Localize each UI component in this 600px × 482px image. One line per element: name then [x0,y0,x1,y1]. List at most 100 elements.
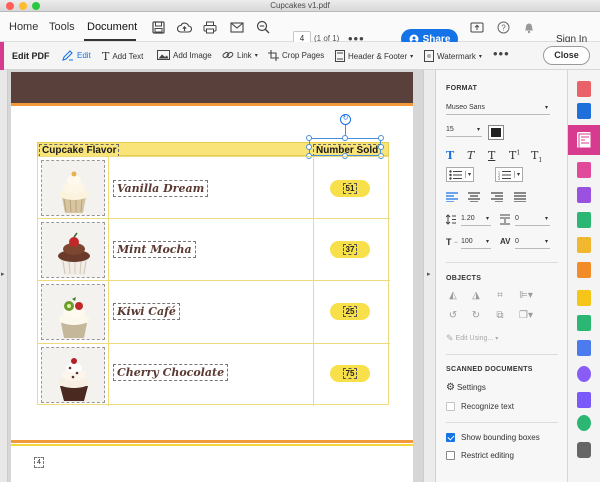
show-bounding-boxes-checkbox[interactable] [446,433,455,442]
upload-cloud-icon[interactable] [176,19,192,35]
format-heading: FORMAT [446,85,478,92]
text-color-swatch[interactable] [488,125,504,140]
accessibility-icon[interactable] [577,366,591,382]
print-icon[interactable] [202,19,218,35]
align-objects-icon[interactable]: ⊫▾ [516,290,536,302]
resize-handle-top-left[interactable] [306,135,312,141]
replace-image-icon[interactable]: ⧉ [493,310,507,322]
resize-handle-middle-left[interactable] [306,144,312,150]
italic-style-icon[interactable]: T [467,149,474,162]
edit-pdf-tool-icon[interactable] [577,132,592,149]
flavor-label[interactable]: Kiwi Café [113,303,180,320]
close-button[interactable]: Close [543,46,590,65]
numbered-list-dropdown[interactable]: 123 ▾ [495,167,524,182]
subscript-style-icon[interactable]: T1 [531,149,542,164]
add-image-button[interactable]: Add Image [157,50,212,60]
watermark-dropdown-button[interactable]: Watermark ▾ [424,50,482,62]
flavor-label[interactable]: Vanilla Dream [113,180,209,197]
justify-icon[interactable] [514,192,526,202]
screen-share-icon[interactable] [469,19,485,35]
superscript-style-icon[interactable]: T1 [509,149,520,162]
more-options-icon[interactable]: ••• [493,46,510,61]
scan-ocr-icon[interactable] [577,262,591,278]
help-icon[interactable]: ? [495,19,511,35]
zoom-out-icon[interactable] [255,19,271,35]
combine-files-icon[interactable] [577,237,591,253]
crop-object-icon[interactable]: ⌗ [493,290,507,302]
bulleted-list-dropdown[interactable]: ▾ [446,167,475,182]
fill-sign-icon[interactable] [577,187,591,203]
left-panel-collapsed[interactable]: ▸ [0,70,8,482]
resize-handle-top-center[interactable] [342,135,348,141]
cherry-chocolate-cupcake-image[interactable] [41,347,105,403]
rotate-handle-icon[interactable]: ↻ [340,114,351,125]
font-size-dropdown[interactable]: 15 ▾ [446,125,482,137]
create-pdf-icon[interactable] [577,81,591,97]
gear-icon: ⚙ [446,382,455,393]
rotate-left-icon[interactable]: ↺ [446,310,460,322]
protect-icon[interactable] [577,340,591,356]
stamp-icon[interactable] [577,415,591,431]
flavor-label[interactable]: Cherry Chocolate [113,364,229,381]
horizontal-scale-dropdown[interactable]: 100 ▾ [461,237,491,249]
restrict-editing-checkbox[interactable] [446,451,455,460]
comment-icon[interactable] [577,290,591,306]
line-spacing-dropdown[interactable]: 1.20 ▾ [461,214,491,226]
scan-settings-button[interactable]: ⚙ Settings [446,382,486,393]
sold-value[interactable]: 25 [343,306,357,317]
export-pdf-icon[interactable] [577,103,591,119]
character-spacing-dropdown[interactable]: 0 ▾ [515,237,550,249]
recognize-text-label: Recognize text [461,402,514,411]
edit-using-dropdown[interactable]: ✎ Edit Using... ▾ [446,333,498,344]
text-color-fill [491,128,501,137]
font-family-dropdown[interactable]: Museo Sans ▾ [446,103,550,115]
link-dropdown-button[interactable]: Link ▾ [222,50,258,60]
bold-style-icon[interactable]: T [446,149,454,162]
save-icon[interactable] [150,19,166,35]
underline-style-icon[interactable]: T [488,149,495,162]
flip-vertical-icon[interactable]: ◭ [446,290,460,302]
crop-pages-label: Crop Pages [282,51,325,60]
recognize-text-checkbox[interactable] [446,402,455,411]
collapse-right-panel-icon[interactable]: ▸ [427,270,431,278]
sold-value[interactable]: 51 [343,183,357,194]
vertical-scrollbar[interactable]: ▸ [423,70,435,482]
tab-home[interactable]: Home [9,21,38,33]
export-image-icon[interactable] [577,315,591,331]
arrange-objects-icon[interactable]: ❐▾ [516,310,536,322]
align-left-icon[interactable] [446,192,458,202]
align-center-icon[interactable] [468,192,480,202]
paragraph-spacing-dropdown[interactable]: 0 ▾ [515,214,550,226]
tab-tools[interactable]: Tools [49,21,75,33]
character-spacing-value: 0 [515,238,519,245]
resize-handle-middle-right[interactable] [378,144,384,150]
page-number-label[interactable]: 4 [34,457,44,468]
sold-value[interactable]: 37 [343,244,357,255]
comment-page-icon[interactable] [577,162,591,178]
edit-pencil-icon [62,50,73,61]
expand-left-panel-icon[interactable]: ▸ [1,270,5,278]
active-tab-indicator [84,39,136,41]
chevron-down-icon: ▾ [544,105,548,111]
customize-tools-icon[interactable] [577,442,591,458]
tab-document[interactable]: Document [87,21,137,33]
sold-value[interactable]: 75 [343,368,357,379]
measure-icon[interactable] [577,392,591,408]
crop-pages-button[interactable]: Crop Pages [268,50,324,61]
header-footer-dropdown-button[interactable]: Header & Footer ▾ [335,50,413,62]
document-workspace[interactable]: ▸ Cupcake Flavor Number Sold ↻ Vanilla D… [0,70,435,482]
resize-handle-top-right[interactable] [378,135,384,141]
mint-mocha-cupcake-image[interactable] [41,222,105,278]
rotate-right-icon[interactable]: ↻ [469,310,483,322]
align-right-icon[interactable] [491,192,503,202]
add-text-button[interactable]: T Add Text [102,50,143,63]
email-icon[interactable] [229,19,245,35]
flip-horizontal-icon[interactable]: ◮ [469,290,483,302]
flavor-label[interactable]: Mint Mocha [113,241,196,258]
kiwi-cafe-cupcake-image[interactable] [41,284,105,340]
pdf-page[interactable]: Cupcake Flavor Number Sold ↻ Vanilla Dre… [11,72,413,482]
vanilla-cupcake-image[interactable] [41,160,105,216]
edit-tool-button[interactable]: Edit [62,50,91,61]
organize-pages-icon[interactable] [577,212,591,228]
notifications-bell-icon[interactable] [521,19,537,35]
